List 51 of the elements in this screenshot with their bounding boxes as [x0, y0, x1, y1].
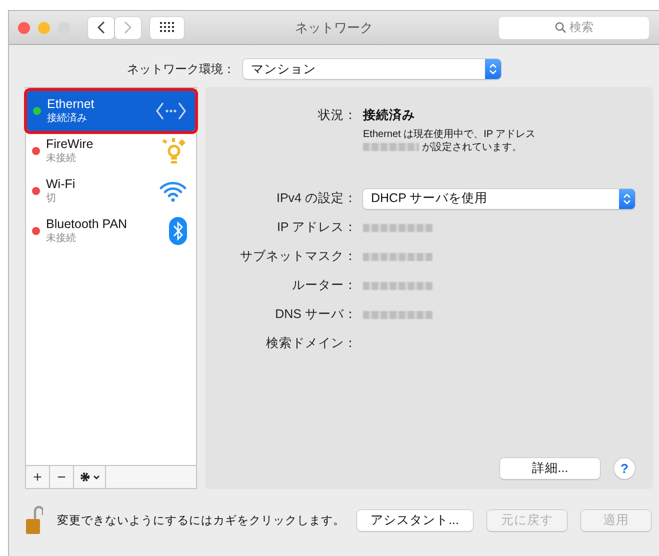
window-title: ネットワーク	[295, 18, 373, 36]
show-all-button[interactable]	[150, 16, 184, 38]
blurred-value	[363, 224, 433, 232]
status-label: 状況：	[316, 107, 357, 124]
close-button[interactable]	[18, 22, 30, 34]
chevron-left-icon	[97, 21, 105, 34]
remove-button[interactable]: −	[50, 466, 74, 488]
service-status: 接続済み	[47, 112, 88, 125]
field-label: IP アドレス：	[276, 219, 357, 236]
location-label: ネットワーク環境：	[127, 60, 235, 78]
search-icon	[554, 22, 566, 33]
chevron-right-icon	[124, 21, 132, 34]
service-name: Bluetooth PAN	[46, 217, 128, 231]
field-label: DNS サーバ：	[274, 306, 357, 323]
minimize-button[interactable]	[38, 22, 50, 34]
service-status: 未接続	[46, 152, 77, 165]
status-value: 接続済み	[363, 107, 416, 124]
advanced-button[interactable]: 詳細...	[500, 458, 600, 479]
field-label: IPv4 の設定：	[276, 190, 357, 207]
blurred-value	[363, 252, 433, 260]
blurred-value	[363, 310, 433, 318]
service-status: 切	[46, 192, 57, 205]
back-button[interactable]	[88, 16, 114, 38]
service-item[interactable]: Bluetooth PAN 未接続	[26, 211, 196, 251]
service-status: 未接続	[46, 232, 77, 245]
ipv4-select[interactable]: DHCP サーバを使用	[363, 188, 635, 208]
gear-icon	[78, 471, 100, 483]
blurred-value	[363, 282, 433, 290]
footer-button[interactable]: アシスタント...	[356, 510, 473, 530]
lock-hint: 変更できないようにするにはカギをクリックします。	[57, 513, 345, 528]
firewire-icon	[160, 138, 188, 164]
service-name: Wi-Fi	[46, 177, 76, 191]
service-name: FireWire	[46, 137, 94, 151]
field-label: サブネットマスク：	[239, 248, 357, 265]
padlock-icon	[25, 505, 43, 535]
location-select[interactable]: マンション	[243, 59, 501, 79]
service-item[interactable]: FireWire 未接続	[26, 131, 196, 171]
service-name: Ethernet	[47, 97, 96, 111]
stepper-icon	[489, 63, 497, 75]
service-item[interactable]: Ethernet 接続済み	[27, 91, 195, 131]
add-button[interactable]: +	[26, 466, 50, 488]
network-arrows-icon	[155, 101, 187, 121]
help-button[interactable]: ?	[614, 458, 635, 479]
status-description: Ethernet は現在使用中で、IP アドレス が設定されています。	[363, 128, 537, 154]
field-label: ルーター：	[291, 277, 357, 294]
bluetooth-icon	[168, 216, 188, 246]
stepper-icon	[623, 192, 631, 204]
wifi-icon	[158, 180, 188, 202]
grid-icon	[160, 22, 174, 33]
field-label: 検索ドメイン：	[265, 335, 357, 352]
service-item[interactable]: Wi-Fi 切	[26, 171, 196, 211]
